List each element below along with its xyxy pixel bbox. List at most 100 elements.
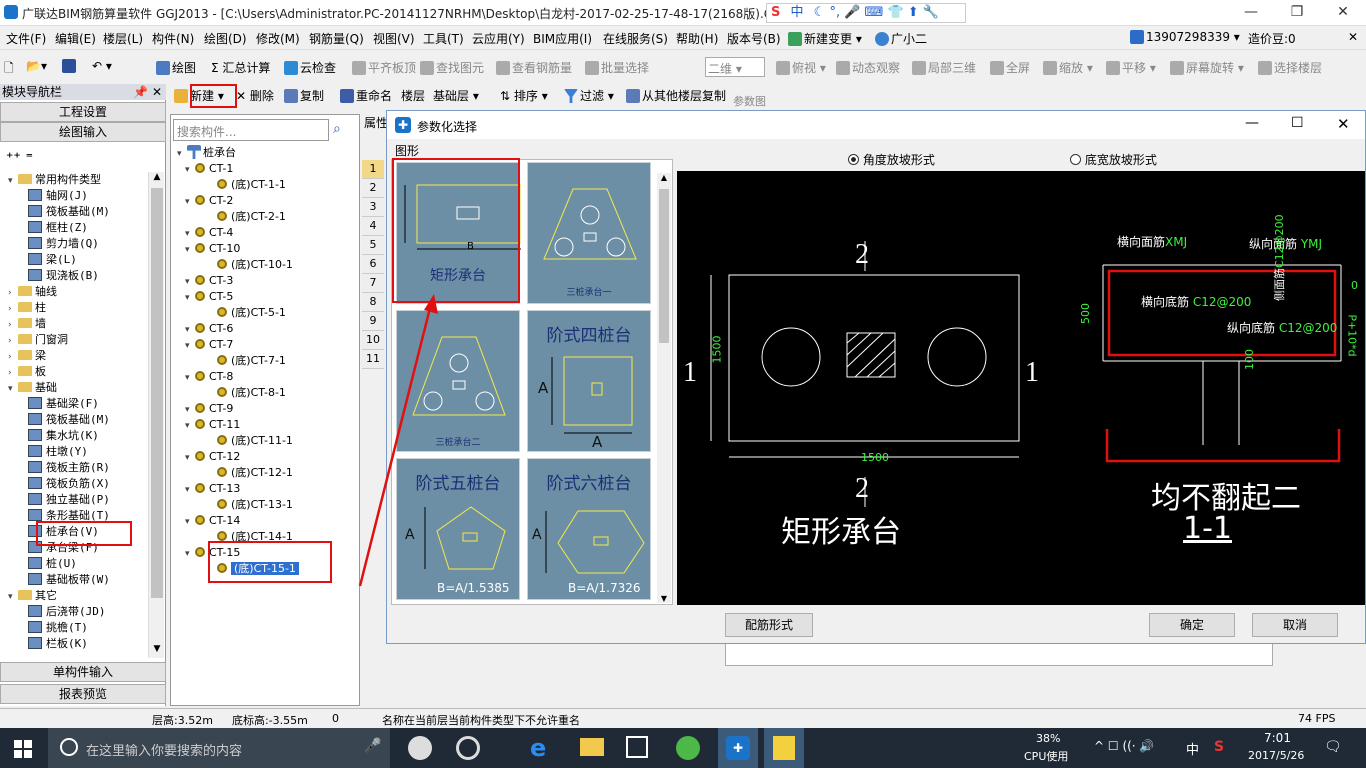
tree-folder[interactable]: ▾ 基础 (8, 380, 57, 396)
pile-cap-root[interactable]: ▾ 桩承台 (177, 145, 236, 161)
tree-folder[interactable]: ▾ 常用构件类型 (8, 172, 101, 188)
tree-component-type[interactable]: 轴网(J) (28, 188, 88, 204)
minimize-button[interactable]: — (1228, 0, 1274, 26)
dialog-maximize-button[interactable]: ☐ (1291, 115, 1304, 131)
restore-button[interactable]: ❐ (1274, 0, 1320, 26)
expand-toggle-icon[interactable]: ▾ (185, 370, 195, 386)
sub-component-item[interactable]: (底)CT-5-1 (217, 305, 286, 321)
tree-folder[interactable]: › 梁 (8, 348, 46, 364)
taskbar-app-green[interactable] (676, 736, 700, 760)
component-item[interactable]: ▾ CT-6 (185, 321, 233, 337)
menu-guangxiaoer[interactable]: 广小二 (875, 30, 927, 47)
menu-edit[interactable]: 编辑(E) (55, 30, 96, 47)
expand-toggle-icon[interactable]: › (8, 301, 18, 317)
tree-folder[interactable]: › 门窗洞 (8, 332, 68, 348)
menu-file[interactable]: 文件(F) (6, 30, 46, 47)
find-element-button[interactable]: 查找图元 (420, 59, 484, 76)
expand-toggle-icon[interactable]: ▾ (185, 322, 195, 338)
ok-button[interactable]: 确定 (1149, 613, 1235, 637)
sub-component-item[interactable]: (底)CT-1-1 (217, 177, 286, 193)
gallery-scrollbar[interactable]: ▲ ▼ (657, 173, 671, 603)
expand-toggle-icon[interactable]: › (8, 317, 18, 333)
sub-component-item[interactable]: (底)CT-12-1 (217, 465, 293, 481)
taskbar-app-yellow[interactable] (764, 728, 804, 768)
component-item[interactable]: ▾ CT-5 (185, 289, 233, 305)
flush-slab-button[interactable]: 平齐板顶 (352, 59, 416, 76)
component-item[interactable]: ▾ CT-11 (185, 417, 240, 433)
expand-toggle-icon[interactable]: › (8, 349, 18, 365)
expand-toggle-icon[interactable]: ▾ (185, 226, 195, 242)
tree-component-type[interactable]: 基础板带(W) (28, 572, 110, 588)
expand-toggle-icon[interactable]: ▾ (185, 402, 195, 418)
tree-component-type[interactable]: 柱墩(Y) (28, 444, 88, 460)
tray-icons[interactable]: ^ ☐ ((· 🔊 (1094, 739, 1154, 753)
tree-component-type[interactable]: 桩(U) (28, 556, 77, 572)
floor-select[interactable]: 基础层 ▾ (433, 87, 479, 104)
tree-component-type[interactable]: 筏板负筋(X) (28, 476, 110, 492)
expand-toggle-icon[interactable]: › (8, 365, 18, 381)
expand-toggle-icon[interactable]: ▾ (185, 418, 195, 434)
tree-component-type[interactable]: 剪力墙(Q) (28, 236, 99, 252)
expand-toggle-icon[interactable]: › (8, 333, 18, 349)
expand-collapse-icons[interactable]: ⁺⁺ ⁼ (6, 150, 33, 166)
component-item[interactable]: ▾ CT-7 (185, 337, 233, 353)
dynamic-observe-button[interactable]: 动态观察 (836, 59, 900, 76)
menu-online[interactable]: 在线服务(S) (603, 30, 668, 47)
microphone-icon[interactable]: 🎤 (364, 738, 381, 754)
save-icon[interactable] (62, 59, 78, 73)
fullscreen-button[interactable]: 全屏 (990, 59, 1030, 76)
tree-component-type[interactable]: 框柱(Z) (28, 220, 88, 236)
radio-bottom-width-slope[interactable]: 底宽放坡形式 (1070, 151, 1157, 168)
cancel-button[interactable]: 取消 (1252, 613, 1338, 637)
tree-component-type[interactable]: 挑檐(T) (28, 620, 88, 636)
report-preview-button[interactable]: 报表预览 (0, 684, 166, 704)
component-item[interactable]: ▾ CT-9 (185, 401, 233, 417)
open-file-icon[interactable]: 📂▾ (26, 59, 47, 73)
component-item[interactable]: ▾ CT-10 (185, 241, 240, 257)
rename-button[interactable]: 重命名 (340, 87, 392, 104)
notification-icon[interactable]: 🗨 (1324, 739, 1342, 755)
tree-component-type[interactable]: 梁(L) (28, 252, 77, 268)
undo-icon[interactable]: ↶ ▾ (92, 59, 112, 73)
select-floor-button[interactable]: 选择楼层 (1258, 59, 1322, 76)
component-item[interactable]: ▾ CT-1 (185, 161, 233, 177)
sogou-tray-icon[interactable]: S (1214, 739, 1224, 755)
user-phone[interactable]: 13907298339 ▾ (1130, 30, 1240, 44)
pan-button[interactable]: 平移 ▾ (1106, 59, 1156, 76)
menu-modify[interactable]: 修改(M) (256, 30, 300, 47)
sub-component-item[interactable]: (底)CT-8-1 (217, 385, 286, 401)
component-item[interactable]: ▾ CT-12 (185, 449, 240, 465)
single-component-input-button[interactable]: 单构件输入 (0, 662, 166, 682)
taskbar-app-swirl[interactable] (456, 736, 480, 760)
file-explorer-icon[interactable] (580, 738, 604, 756)
draw-button[interactable]: 绘图 (156, 59, 196, 76)
edge-icon[interactable]: e (530, 734, 546, 762)
rebar-form-button[interactable]: 配筋形式 (725, 613, 813, 637)
zoom-button[interactable]: 缩放 ▾ (1043, 59, 1093, 76)
delete-button[interactable]: ✕ 删除 (236, 87, 274, 104)
sub-component-item[interactable]: (底)CT-2-1 (217, 209, 286, 225)
dialog-close-button[interactable]: ✕ (1337, 115, 1350, 133)
component-item[interactable]: ▾ CT-13 (185, 481, 240, 497)
filter-button[interactable]: 过滤 ▾ (564, 87, 614, 104)
tree-component-type[interactable]: 现浇板(B) (28, 268, 99, 284)
ime-toolbar[interactable]: S 中 ☾ °, 🎤 ⌨ 👕 ⬆ 🔧 (766, 3, 966, 23)
tree-component-type[interactable]: 基础梁(F) (28, 396, 99, 412)
draw-input-button[interactable]: 绘图输入 (0, 122, 166, 142)
copy-from-floor-button[interactable]: 从其他楼层复制 (626, 87, 726, 104)
taskbar-app-fan[interactable] (408, 736, 432, 760)
expand-toggle-icon[interactable]: ▾ (185, 482, 195, 498)
tree-component-type[interactable]: 集水坑(K) (28, 428, 99, 444)
taskbar-app-ggj[interactable]: ✚ (718, 728, 758, 768)
taskbar-search[interactable]: 在这里输入你要搜索的内容 🎤 (48, 728, 390, 768)
expand-toggle-icon[interactable]: ▾ (185, 194, 195, 210)
menu-close-icon[interactable]: ✕ (1348, 30, 1358, 44)
start-button[interactable] (14, 740, 32, 758)
screen-rotate-button[interactable]: 屏幕旋转 ▾ (1170, 59, 1244, 76)
search-input[interactable]: 搜索构件... (173, 119, 329, 141)
menu-bim[interactable]: BIM应用(I) (533, 30, 592, 47)
expand-toggle-icon[interactable]: ▾ (8, 381, 18, 397)
search-icon[interactable]: ⌕ (333, 121, 341, 137)
thumb-three-pile-1[interactable]: 三桩承台一 (527, 162, 651, 304)
expand-toggle-icon[interactable]: ▾ (185, 242, 195, 258)
